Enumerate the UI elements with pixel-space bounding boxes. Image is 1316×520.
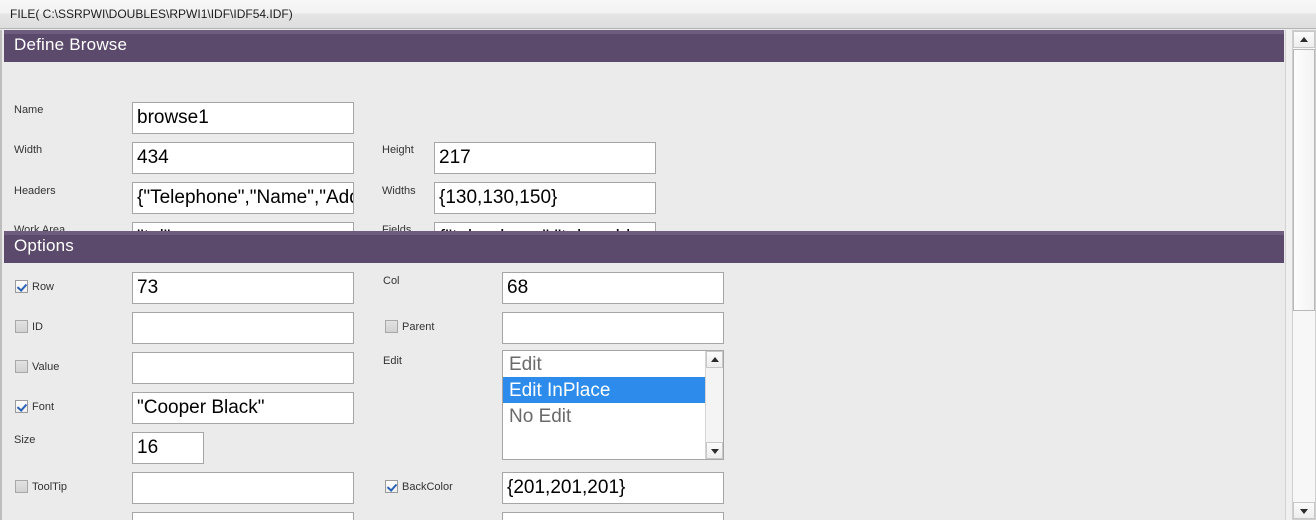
- label-headers: Headers: [14, 185, 56, 197]
- window-scroll-down-button[interactable]: [1293, 502, 1315, 519]
- window-vertical-scrollbar[interactable]: [1285, 30, 1316, 520]
- checkbox-value-label: Value: [32, 360, 60, 373]
- label-name: Name: [14, 104, 44, 116]
- listbox-edit[interactable]: Edit Edit InPlace No Edit: [502, 350, 724, 460]
- section-header-define-browse: Define Browse: [4, 30, 1284, 62]
- checkbox-id[interactable]: ID: [15, 320, 43, 333]
- window-scrollbar-thumb[interactable]: [1293, 49, 1315, 311]
- input-value[interactable]: [132, 352, 354, 384]
- input-height[interactable]: 217: [434, 142, 656, 174]
- list-item[interactable]: Edit InPlace: [503, 377, 705, 403]
- label-size: Size: [14, 434, 36, 446]
- label-width: Width: [14, 144, 43, 156]
- section-title-define-browse: Define Browse: [14, 35, 128, 54]
- label-widths: Widths: [382, 185, 416, 197]
- input-col[interactable]: 68: [502, 272, 724, 304]
- checkbox-id-box[interactable]: [15, 320, 28, 333]
- checkbox-value-box[interactable]: [15, 360, 28, 373]
- input-font[interactable]: "Cooper Black": [132, 392, 354, 424]
- chevron-up-icon: [1300, 36, 1308, 42]
- checkbox-row-box[interactable]: [15, 280, 28, 293]
- checkbox-font[interactable]: Font: [15, 400, 54, 413]
- input-tooltip[interactable]: [132, 472, 354, 504]
- section-header-options: Options: [4, 231, 1284, 263]
- listbox-scroll-down-button[interactable]: [706, 442, 723, 459]
- input-width[interactable]: 434: [132, 142, 354, 174]
- chevron-up-icon: [710, 356, 719, 362]
- input-widths[interactable]: {130,130,150}: [434, 182, 656, 214]
- form-content-area: Define Browse Name browse1 Width 434 Hei…: [0, 30, 1285, 520]
- input-next-left-partial[interactable]: [132, 512, 354, 520]
- checkbox-row-label: Row: [32, 280, 55, 293]
- define-browse-window: FILE( C:\SSRPWI\DOUBLES\RPWI1\IDF\IDF54.…: [0, 0, 1316, 520]
- checkbox-value[interactable]: Value: [15, 360, 59, 373]
- window-scroll-up-button[interactable]: [1293, 31, 1315, 48]
- listbox-edit-items: Edit Edit InPlace No Edit: [503, 351, 705, 459]
- checkbox-backcolor[interactable]: BackColor: [385, 480, 453, 493]
- window-scrollbar-track[interactable]: [1292, 30, 1316, 520]
- input-next-right-partial[interactable]: [502, 512, 724, 520]
- list-item[interactable]: No Edit: [503, 403, 705, 429]
- chevron-down-icon: [1300, 508, 1308, 514]
- window-title: FILE( C:\SSRPWI\DOUBLES\RPWI1\IDF\IDF54.…: [10, 7, 293, 21]
- input-backcolor[interactable]: {201,201,201}: [502, 472, 724, 504]
- input-name[interactable]: browse1: [132, 102, 354, 134]
- checkbox-tooltip-box[interactable]: [15, 480, 28, 493]
- listbox-scroll-up-button[interactable]: [706, 351, 723, 368]
- input-row[interactable]: 73: [132, 272, 354, 304]
- checkbox-parent[interactable]: Parent: [385, 320, 434, 333]
- checkbox-tooltip-label: ToolTip: [32, 480, 68, 493]
- input-size[interactable]: 16: [132, 432, 204, 464]
- input-headers[interactable]: {"Telephone","Name","Address"}: [132, 182, 354, 214]
- checkbox-backcolor-box[interactable]: [385, 480, 398, 493]
- list-item[interactable]: Edit: [503, 351, 705, 377]
- checkbox-id-label: ID: [32, 320, 43, 333]
- input-parent[interactable]: [502, 312, 724, 344]
- checkbox-tooltip[interactable]: ToolTip: [15, 480, 67, 493]
- checkbox-row[interactable]: Row: [15, 280, 54, 293]
- section-title-options: Options: [14, 236, 74, 255]
- window-titlebar: FILE( C:\SSRPWI\DOUBLES\RPWI1\IDF\IDF54.…: [0, 0, 1316, 29]
- listbox-scrollbar[interactable]: [705, 351, 723, 459]
- checkbox-backcolor-label: BackColor: [402, 480, 453, 493]
- checkbox-font-box[interactable]: [15, 400, 28, 413]
- chevron-down-icon: [710, 448, 719, 454]
- label-edit: Edit: [383, 355, 402, 367]
- input-id[interactable]: [132, 312, 354, 344]
- label-col: Col: [383, 275, 400, 287]
- checkbox-parent-label: Parent: [402, 320, 435, 333]
- checkbox-font-label: Font: [32, 400, 55, 413]
- checkbox-parent-box[interactable]: [385, 320, 398, 333]
- label-height: Height: [382, 144, 414, 156]
